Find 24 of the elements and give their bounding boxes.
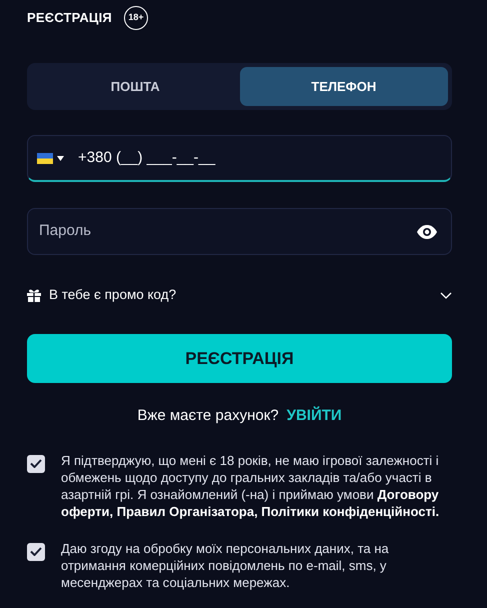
consent-text: Я підтверджую, що мені є 18 років, не маю ігрової залежності і обмежень щодо доступу до гральних закладів та/або участі в азартній грі. Я ознайомлений (-на) і приймаю умови Договору оферти, Правил Організатора, Політики конфіденційності. bbox=[61, 452, 440, 520]
password-input[interactable]: Пароль bbox=[37, 219, 417, 244]
gift-icon bbox=[27, 288, 41, 302]
tab[interactable]: ТЕЛЕФОН bbox=[240, 67, 448, 106]
password-field[interactable]: Пароль bbox=[27, 208, 452, 255]
checkbox[interactable] bbox=[27, 542, 45, 561]
consent-text: Даю згоду на обробку моїх персональних даних, та на отримання комерційних повідомлень по e-mail, sms, у месенджерах та соціальних мережах. bbox=[61, 540, 390, 591]
eye-icon[interactable] bbox=[417, 224, 437, 238]
checkmark-icon bbox=[30, 459, 42, 468]
flag-icon bbox=[37, 152, 53, 164]
phone-field[interactable]: +380 (__) ___-__-__ bbox=[27, 135, 452, 182]
login-link[interactable]: УВІЙТИ bbox=[286, 405, 342, 428]
caret-icon bbox=[57, 156, 64, 160]
tab[interactable]: ПОШТА bbox=[31, 67, 240, 106]
login-prompt: Вже маєте рахунок? bbox=[137, 406, 279, 426]
phone-input[interactable]: +380 (__) ___-__-__ bbox=[76, 146, 437, 170]
chevron-icon bbox=[440, 292, 452, 299]
promo-toggle[interactable]: В тебе є промо код? bbox=[27, 285, 452, 306]
checkbox[interactable] bbox=[27, 454, 45, 473]
checkmark-icon bbox=[30, 547, 42, 556]
age-badge: 18+ bbox=[124, 6, 148, 30]
country-selector[interactable] bbox=[37, 152, 64, 164]
register-button[interactable]: РЕЄСТРАЦІЯ bbox=[27, 334, 452, 384]
page-title: РЕЄСТРАЦІЯ bbox=[27, 9, 112, 28]
